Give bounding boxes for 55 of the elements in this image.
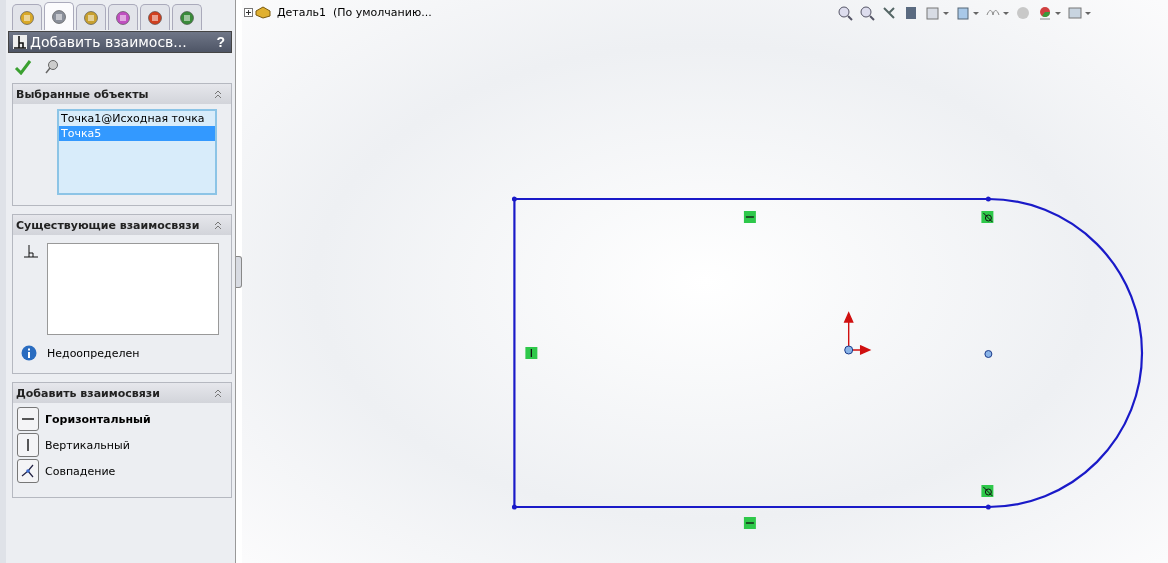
appearance-icon: [1015, 5, 1031, 21]
section-header[interactable]: Существующие взаимосвязи: [13, 215, 231, 235]
sketch-point-icon[interactable]: [511, 504, 517, 510]
zoom-fit-icon: [837, 5, 853, 21]
relation-icon: [23, 243, 39, 259]
scene-icon: [1037, 5, 1053, 21]
vertical-relation-icon[interactable]: [525, 347, 538, 359]
panel-tab[interactable]: [140, 4, 170, 30]
view-tool-button[interactable]: [954, 5, 980, 21]
panel-tab[interactable]: [12, 4, 42, 30]
panel-tab[interactable]: [76, 4, 106, 30]
center-point-icon[interactable]: [984, 350, 993, 358]
view-tool-button[interactable]: [858, 5, 876, 21]
panel-tab[interactable]: [44, 2, 74, 30]
status-text: Недоопределен: [47, 346, 140, 360]
tangent-relation-icon[interactable]: [981, 211, 994, 223]
section-header[interactable]: Выбранные объекты: [13, 84, 231, 104]
part-name[interactable]: Деталь1 (По умолчанию...: [277, 5, 432, 19]
origin-icon[interactable]: [844, 311, 872, 355]
collapse-icon[interactable]: [213, 220, 223, 230]
splitter-handle[interactable]: [236, 255, 242, 288]
help-button[interactable]: ?: [214, 34, 227, 50]
view-settings-icon: [1067, 5, 1083, 21]
expand-icon[interactable]: [244, 7, 253, 17]
section-title: Существующие взаимосвязи: [16, 218, 200, 232]
view-tool-button[interactable]: [924, 5, 950, 21]
section-title: Добавить взаимосвязи: [16, 386, 160, 400]
panel-title: Добавить взаимосв...: [30, 34, 188, 50]
part-icon: [254, 5, 272, 19]
ok-check-icon[interactable]: [14, 59, 32, 75]
list-item[interactable]: Точка1@Исходная точка: [59, 111, 215, 126]
view-tool-button[interactable]: [1066, 5, 1092, 21]
collapse-icon[interactable]: [213, 388, 223, 398]
zoom-area-icon: [859, 5, 875, 21]
display-style-icon: [955, 5, 971, 21]
sketch-point-icon[interactable]: [985, 196, 991, 202]
relation-option[interactable]: Горизонтальный: [17, 407, 227, 431]
relation-option[interactable]: Вертикальный: [17, 433, 227, 457]
relation-icon: [13, 35, 27, 49]
panel-tab[interactable]: [172, 4, 202, 30]
relation-option[interactable]: Совпадение: [17, 459, 227, 483]
relations-list[interactable]: [47, 243, 219, 335]
section-header[interactable]: Добавить взаимосвязи: [13, 383, 231, 403]
collapse-icon[interactable]: [213, 89, 223, 99]
panel-tab[interactable]: [108, 4, 138, 30]
sketch-point-icon[interactable]: [985, 504, 991, 510]
orientation-icon: [925, 5, 941, 21]
view-tool-button[interactable]: [836, 5, 854, 21]
sketch-point-icon[interactable]: [511, 196, 517, 202]
selection-list[interactable]: Точка1@Исходная точка Точка5: [57, 109, 217, 195]
tangent-relation-icon[interactable]: [981, 485, 994, 497]
info-icon: [21, 345, 37, 361]
section-title: Выбранные объекты: [16, 87, 149, 101]
coincident-icon: [17, 459, 39, 483]
section-icon: [903, 5, 919, 21]
